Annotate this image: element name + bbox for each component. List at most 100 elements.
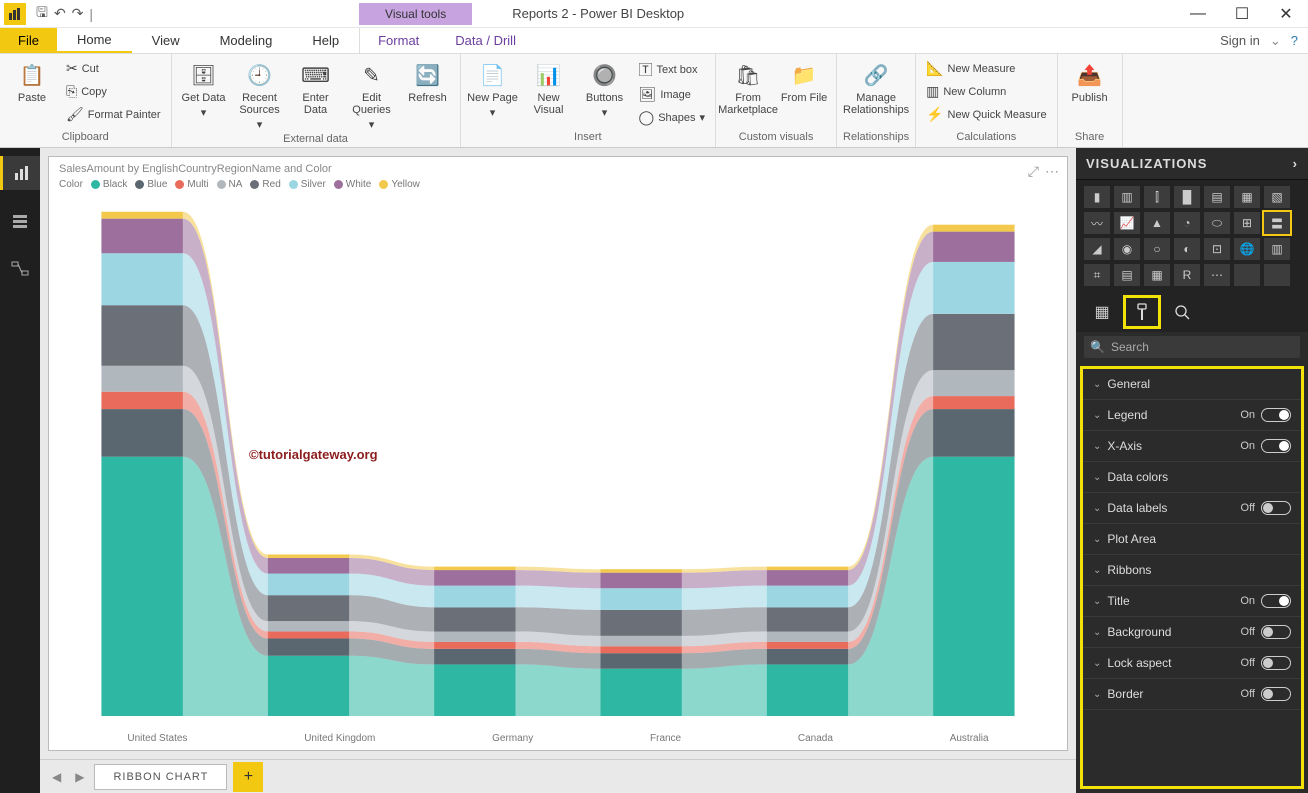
textbox-button[interactable]: 🅃Text box bbox=[635, 58, 710, 82]
search-input[interactable]: 🔍 Search bbox=[1084, 336, 1300, 358]
viz-type-11[interactable]: ⬭ bbox=[1204, 212, 1230, 234]
viz-type-6[interactable]: ▧ bbox=[1264, 186, 1290, 208]
close-button[interactable]: ✕ bbox=[1264, 0, 1308, 28]
prop-ribbons[interactable]: ⌄Ribbons bbox=[1083, 555, 1301, 586]
help-icon[interactable]: ? bbox=[1291, 33, 1298, 48]
collapse-viz-icon[interactable]: › bbox=[1293, 156, 1298, 171]
viz-type-24[interactable]: R bbox=[1174, 264, 1200, 286]
prop-title[interactable]: ⌄TitleOn bbox=[1083, 586, 1301, 617]
viz-type-13[interactable]: 〓 bbox=[1264, 212, 1290, 234]
tab-format[interactable]: Format bbox=[360, 28, 437, 53]
viz-type-19[interactable]: 🌐 bbox=[1234, 238, 1260, 260]
viz-type-20[interactable]: ▥ bbox=[1264, 238, 1290, 260]
from-marketplace-button[interactable]: 🛍From Marketplace bbox=[722, 58, 774, 116]
chevron-down-icon[interactable]: ⌄ bbox=[1270, 33, 1281, 49]
new-page-button[interactable]: 📄New Page▾ bbox=[467, 58, 519, 119]
viz-type-17[interactable]: ◐ bbox=[1174, 238, 1200, 260]
sheet-prev-icon[interactable]: ◀ bbox=[48, 770, 65, 784]
nav-data-icon[interactable] bbox=[0, 204, 40, 238]
new-visual-button[interactable]: 📊New Visual bbox=[523, 58, 575, 116]
prop-background[interactable]: ⌄BackgroundOff bbox=[1083, 617, 1301, 648]
nav-model-icon[interactable] bbox=[0, 252, 40, 286]
shapes-button[interactable]: ◯Shapes▾ bbox=[635, 107, 710, 128]
toggle-legend[interactable]: On bbox=[1240, 408, 1291, 422]
viz-type-10[interactable]: ◔ bbox=[1174, 212, 1200, 234]
viz-type-25[interactable]: ⋯ bbox=[1204, 264, 1230, 286]
viz-type-5[interactable]: ▦ bbox=[1234, 186, 1260, 208]
copy-button[interactable]: ⎘Copy bbox=[62, 81, 165, 102]
toggle-title[interactable]: On bbox=[1240, 594, 1291, 608]
viz-type-7[interactable]: 〰 bbox=[1084, 212, 1110, 234]
redo-icon[interactable]: ↷ bbox=[72, 5, 84, 22]
format-painter-button[interactable]: 🖌Format Painter bbox=[62, 104, 165, 125]
sheet-next-icon[interactable]: ▶ bbox=[71, 770, 88, 784]
tab-modeling[interactable]: Modeling bbox=[200, 28, 293, 53]
file-menu[interactable]: File bbox=[0, 28, 57, 53]
viz-type-27[interactable] bbox=[1264, 264, 1290, 286]
nav-report-icon[interactable] bbox=[0, 156, 40, 190]
viz-type-2[interactable]: ⫿ bbox=[1144, 186, 1170, 208]
maximize-button[interactable]: ☐ bbox=[1220, 0, 1264, 28]
fields-tab-icon[interactable]: ▦ bbox=[1086, 298, 1118, 326]
viz-type-3[interactable]: █ bbox=[1174, 186, 1200, 208]
prop-legend[interactable]: ⌄LegendOn bbox=[1083, 400, 1301, 431]
buttons-button[interactable]: 🔘Buttons▾ bbox=[579, 58, 631, 119]
get-data-button[interactable]: 🗄Get Data▾ bbox=[178, 58, 230, 119]
format-tab-icon[interactable] bbox=[1126, 298, 1158, 326]
toggle-background[interactable]: Off bbox=[1241, 625, 1291, 639]
prop-general[interactable]: ⌄General bbox=[1083, 369, 1301, 400]
publish-button[interactable]: 📤Publish bbox=[1064, 58, 1116, 104]
report-canvas[interactable]: ⤢ ⋯ SalesAmount by EnglishCountryRegionN… bbox=[48, 156, 1068, 751]
new-column-button[interactable]: ▥New Column bbox=[922, 81, 1050, 102]
viz-type-15[interactable]: ◉ bbox=[1114, 238, 1140, 260]
viz-type-18[interactable]: ⊡ bbox=[1204, 238, 1230, 260]
toggle-lock aspect[interactable]: Off bbox=[1241, 656, 1291, 670]
viz-type-23[interactable]: ▦ bbox=[1144, 264, 1170, 286]
recent-sources-button[interactable]: 🕘Recent Sources▾ bbox=[234, 58, 286, 131]
manage-relationships-button[interactable]: 🔗Manage Relationships bbox=[850, 58, 902, 116]
undo-icon[interactable]: ↶ bbox=[54, 5, 66, 22]
viz-type-21[interactable]: ⌗ bbox=[1084, 264, 1110, 286]
prop-data-colors[interactable]: ⌄Data colors bbox=[1083, 462, 1301, 493]
more-options-icon[interactable]: ⋯ bbox=[1045, 163, 1059, 180]
new-measure-button[interactable]: 📐New Measure bbox=[922, 58, 1050, 79]
paste-button[interactable]: 📋Paste bbox=[6, 58, 58, 104]
prop-border[interactable]: ⌄BorderOff bbox=[1083, 679, 1301, 710]
viz-type-9[interactable]: ▲ bbox=[1144, 212, 1170, 234]
tab-data-drill[interactable]: Data / Drill bbox=[437, 28, 534, 53]
sign-in-link[interactable]: Sign in bbox=[1220, 33, 1260, 48]
new-quick-measure-button[interactable]: ⚡New Quick Measure bbox=[922, 104, 1050, 125]
focus-mode-icon[interactable]: ⤢ bbox=[1028, 163, 1039, 180]
viz-type-16[interactable]: ○ bbox=[1144, 238, 1170, 260]
viz-type-0[interactable]: ▮ bbox=[1084, 186, 1110, 208]
toggle-border[interactable]: Off bbox=[1241, 687, 1291, 701]
cut-button[interactable]: ✂Cut bbox=[62, 58, 165, 79]
edit-queries-button[interactable]: ✎Edit Queries▾ bbox=[346, 58, 398, 131]
analytics-tab-icon[interactable] bbox=[1166, 298, 1198, 326]
prop-x-axis[interactable]: ⌄X-AxisOn bbox=[1083, 431, 1301, 462]
viz-type-4[interactable]: ▤ bbox=[1204, 186, 1230, 208]
add-sheet-button[interactable]: + bbox=[233, 762, 263, 792]
from-file-button[interactable]: 📁From File bbox=[778, 58, 830, 104]
tab-view[interactable]: View bbox=[132, 28, 200, 53]
viz-type-22[interactable]: ▤ bbox=[1114, 264, 1140, 286]
prop-plot-area[interactable]: ⌄Plot Area bbox=[1083, 524, 1301, 555]
refresh-button[interactable]: 🔄Refresh bbox=[402, 58, 454, 104]
tab-help[interactable]: Help bbox=[292, 28, 359, 53]
group-relationships: 🔗Manage Relationships Relationships bbox=[837, 54, 916, 147]
viz-type-26[interactable] bbox=[1234, 264, 1260, 286]
minimize-button[interactable]: — bbox=[1176, 0, 1220, 28]
sheet-tab-ribbon-chart[interactable]: RIBBON CHART bbox=[94, 764, 227, 790]
viz-type-14[interactable]: ◢ bbox=[1084, 238, 1110, 260]
viz-type-12[interactable]: ⊞ bbox=[1234, 212, 1260, 234]
save-icon[interactable]: 🖫 bbox=[36, 2, 48, 26]
prop-data-labels[interactable]: ⌄Data labelsOff bbox=[1083, 493, 1301, 524]
toggle-x-axis[interactable]: On bbox=[1240, 439, 1291, 453]
viz-type-8[interactable]: 📈 bbox=[1114, 212, 1140, 234]
tab-home[interactable]: Home bbox=[57, 28, 132, 53]
toggle-data labels[interactable]: Off bbox=[1241, 501, 1291, 515]
image-button[interactable]: 🖼Image bbox=[635, 84, 710, 105]
viz-type-1[interactable]: ▥ bbox=[1114, 186, 1140, 208]
prop-lock-aspect[interactable]: ⌄Lock aspectOff bbox=[1083, 648, 1301, 679]
enter-data-button[interactable]: ⌨Enter Data bbox=[290, 58, 342, 116]
